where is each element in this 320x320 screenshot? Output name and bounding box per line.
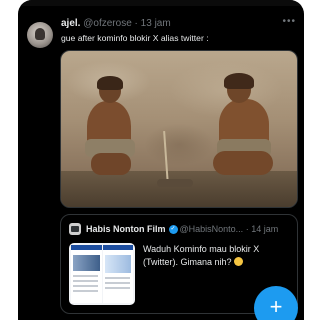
timestamp[interactable]: 13 jam [141,18,171,29]
caveman-left-figure [83,76,135,177]
tweet-text: gue after kominfo blokir X alias twitter… [61,33,209,43]
author-handle[interactable]: @ofzerose [83,18,132,29]
quoted-author-handle[interactable]: @HabisNonto... [180,224,244,234]
quoted-header: Habis Nonton Film ✓ @HabisNonto... · 14 ja… [86,222,291,236]
tweet-header: ajel. @ofzerose · 13 jam [61,17,291,31]
author-name[interactable]: ajel. [61,18,80,29]
thumbnail-page-right [103,245,133,303]
top-divider [18,0,304,6]
quoted-media-thumbnail[interactable] [69,243,135,305]
twitter-timeline: ajel. @ofzerose · 13 jam ••• gue after k… [18,0,304,320]
grimacing-face-icon [233,257,243,266]
quoted-separator-dot: · [245,224,249,234]
more-options-icon[interactable]: ••• [282,16,296,27]
quoted-timestamp[interactable]: 14 jam [251,224,278,234]
tweet-media-image[interactable] [60,50,298,208]
quoted-avatar[interactable] [69,223,81,235]
quoted-text: Waduh Kominfo mau blokir X (Twitter). Gi… [143,243,291,269]
caveman-right-figure [211,73,277,177]
avatar[interactable] [27,22,53,48]
separator-dot: · [134,18,138,29]
quoted-author-name[interactable]: Habis Nonton Film [86,224,166,234]
film-icon [71,226,79,232]
avatar-photo [35,28,45,40]
thumbnail-page-left [71,245,102,303]
verified-badge-icon: ✓ [168,225,178,235]
fire-stones [157,179,193,187]
